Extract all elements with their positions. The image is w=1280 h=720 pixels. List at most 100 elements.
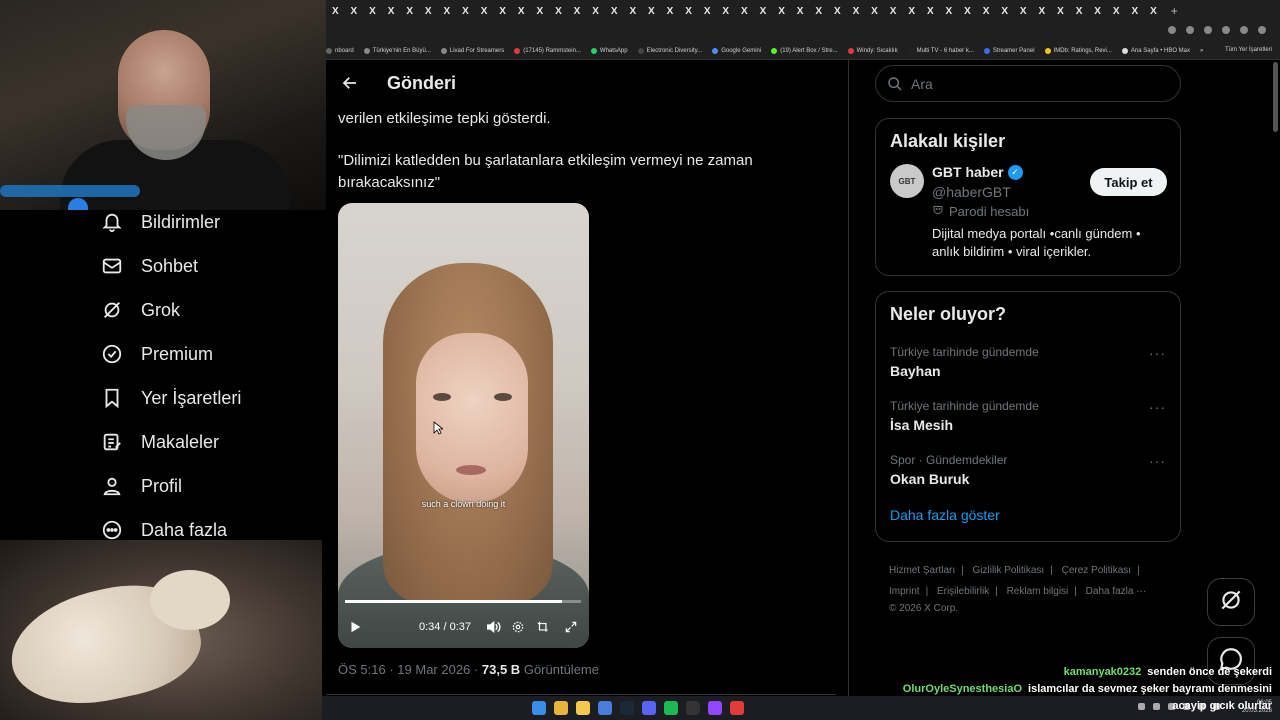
obs-icon[interactable] [730, 701, 744, 715]
bookmark-item[interactable]: Livad For Streamers [440, 47, 504, 54]
browser-tab[interactable]: X [642, 6, 661, 17]
sidebar-item-articles[interactable]: Makaleler [90, 420, 320, 464]
chrome-icon[interactable] [554, 701, 568, 715]
more-options-icon[interactable]: ··· [1149, 453, 1166, 469]
browser-tab[interactable]: X [754, 6, 773, 17]
browser-tab[interactable]: X [549, 6, 568, 17]
bookmark-item[interactable]: WhatsApp [590, 47, 628, 54]
browser-tab[interactable]: X [791, 6, 810, 17]
browser-tab[interactable]: X [977, 6, 996, 17]
browser-tab[interactable]: X [568, 6, 587, 17]
bookmark-item[interactable]: Streamer Panel [983, 47, 1035, 54]
more-options-icon[interactable]: ··· [1149, 345, 1166, 361]
browser-tab[interactable]: X [326, 6, 345, 17]
bookmark-item[interactable]: Multi TV - 6 haber k... [907, 47, 974, 54]
browser-tab[interactable]: X [605, 6, 624, 17]
browser-tab[interactable]: X [1051, 6, 1070, 17]
bookmark-item[interactable]: Ana Sayfa • HBO Max [1121, 47, 1190, 54]
browser-tab[interactable]: X [1088, 6, 1107, 17]
browser-tab[interactable]: X [493, 6, 512, 17]
search-input[interactable]: Ara [875, 65, 1181, 102]
app-icon[interactable] [598, 701, 612, 715]
related-person[interactable]: GBT GBT haber ✓ @haberGBT Parodi hesabı … [876, 152, 1180, 262]
person-handle[interactable]: @haberGBT [932, 184, 1011, 200]
rotate-icon[interactable] [536, 620, 550, 634]
star-icon[interactable] [1204, 26, 1212, 34]
person-name[interactable]: GBT haber ✓ [932, 164, 1023, 180]
bookmark-item[interactable]: Electronic Diversity... [637, 47, 702, 54]
new-tab-button[interactable]: + [1171, 4, 1178, 18]
trend-item[interactable]: Spor · Gündemdekiler Okan Buruk ··· [890, 447, 1180, 501]
avatar[interactable]: GBT [890, 164, 924, 198]
browser-tab[interactable]: X [586, 6, 605, 17]
sidebar-item-bookmarks[interactable]: Yer İşaretleri [90, 376, 320, 420]
bookmark-item[interactable]: (17145) Rammstein... [514, 47, 581, 54]
trend-item[interactable]: Türkiye tarihinde gündemde İsa Mesih ··· [890, 393, 1180, 447]
sidebar-item-chat[interactable]: Sohbet [90, 244, 320, 288]
discord-icon[interactable] [642, 701, 656, 715]
grok-float-button[interactable] [1207, 578, 1255, 626]
browser-tab[interactable]: X [995, 6, 1014, 17]
browser-tab[interactable]: X [940, 6, 959, 17]
all-bookmarks-button[interactable]: Tüm Yer İşaretleri [1225, 47, 1272, 53]
scrollbar[interactable] [1273, 62, 1278, 132]
spotify-icon[interactable] [664, 701, 678, 715]
browser-tab[interactable]: X [512, 6, 531, 17]
browser-tab[interactable]: X [1107, 6, 1126, 17]
bookmark-item[interactable]: (19) Alert Box / Stre... [771, 47, 838, 54]
footer-link[interactable]: Erişilebilirlik [937, 586, 989, 597]
browser-tab[interactable]: X [698, 6, 717, 17]
browser-tab[interactable]: X [716, 6, 735, 17]
browser-tab[interactable]: X [1033, 6, 1052, 17]
footer-link[interactable]: Imprint [889, 586, 920, 597]
browser-tab[interactable]: X [363, 6, 382, 17]
browser-tab[interactable]: X [1014, 6, 1033, 17]
browser-tab[interactable]: X [809, 6, 828, 17]
browser-tab[interactable]: X [438, 6, 457, 17]
browser-tab[interactable]: X [772, 6, 791, 17]
browser-tab[interactable]: X [865, 6, 884, 17]
extensions-icon[interactable] [1222, 26, 1230, 34]
more-options-icon[interactable]: ··· [1149, 399, 1166, 415]
sidebar-item-notifications[interactable]: Bildirimler [90, 200, 320, 244]
cast-icon[interactable] [1168, 26, 1176, 34]
menu-icon[interactable] [1258, 26, 1266, 34]
browser-tab[interactable]: X [679, 6, 698, 17]
fullscreen-icon[interactable] [564, 620, 578, 634]
bookmark-item[interactable]: Windy: Sıcaklık [847, 47, 898, 54]
start-icon[interactable] [532, 701, 546, 715]
bookmarks-overflow-button[interactable]: » [1200, 48, 1203, 54]
browser-tab[interactable]: X [902, 6, 921, 17]
browser-tab[interactable]: X [958, 6, 977, 17]
browser-tab[interactable]: X [382, 6, 401, 17]
browser-tab[interactable]: X [531, 6, 550, 17]
browser-tab[interactable]: X [847, 6, 866, 17]
video-progress-bar[interactable] [345, 600, 581, 603]
trend-item[interactable]: Türkiye tarihinde gündemde Bayhan ··· [890, 339, 1180, 393]
footer-link[interactable]: Reklam bilgisi [1007, 586, 1069, 597]
browser-tab[interactable]: X [1070, 6, 1089, 17]
browser-tab[interactable]: X [1126, 6, 1145, 17]
browser-tab[interactable]: X [884, 6, 903, 17]
bookmark-item[interactable]: Google Gemini [712, 47, 761, 54]
browser-tab[interactable]: X [475, 6, 494, 17]
browser-tab[interactable]: X [419, 6, 438, 17]
browser-tab[interactable]: X [624, 6, 643, 17]
browser-tab[interactable]: X [828, 6, 847, 17]
epic-icon[interactable] [686, 701, 700, 715]
play-icon[interactable] [348, 620, 362, 634]
browser-tab[interactable]: X [1144, 6, 1163, 17]
footer-link[interactable]: Gizlilik Politikası [973, 565, 1045, 576]
bookmark-item[interactable]: Türkiye'nin En Büyü... [363, 47, 431, 54]
zoom-icon[interactable] [1186, 26, 1194, 34]
back-arrow-icon[interactable] [338, 71, 362, 95]
browser-tab[interactable]: X [345, 6, 364, 17]
profile-icon[interactable] [1240, 26, 1248, 34]
sidebar-item-premium[interactable]: Premium [90, 332, 320, 376]
sidebar-item-grok[interactable]: Grok [90, 288, 320, 332]
footer-link[interactable]: Daha fazla ··· [1086, 586, 1147, 597]
show-more-link[interactable]: Daha fazla göster [890, 507, 1180, 523]
footer-link[interactable]: Çerez Politikası [1062, 565, 1131, 576]
folder-icon[interactable] [576, 701, 590, 715]
volume-icon[interactable] [485, 619, 501, 635]
